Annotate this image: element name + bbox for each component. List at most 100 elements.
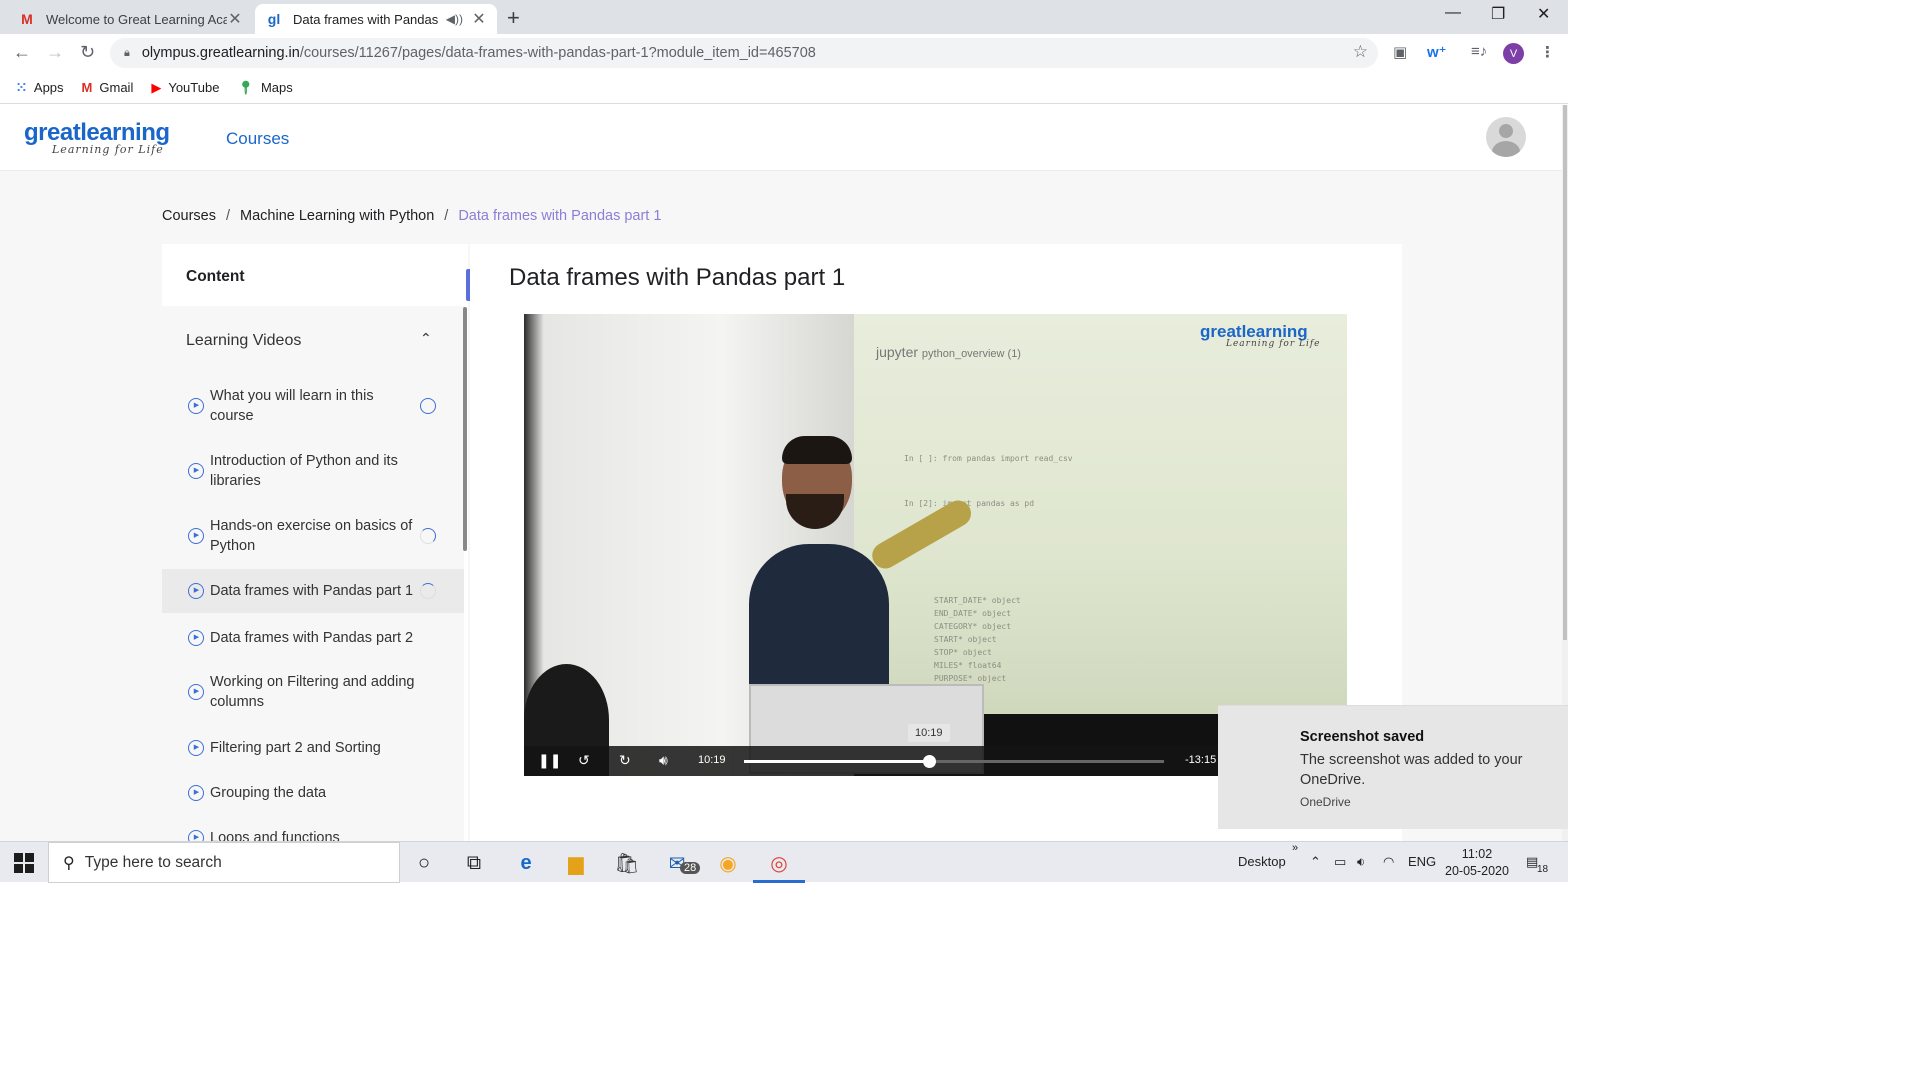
bookmark-maps[interactable]: 📍︎ Maps: [237, 80, 292, 96]
breadcrumb-courses[interactable]: Courses: [162, 208, 216, 224]
browser-tab-gmail[interactable]: M Welcome to Great Learning Acad ✕: [8, 4, 253, 34]
sidebar-item-intro-python[interactable]: ▶ Introduction of Python and its librari…: [162, 441, 464, 501]
taskbar-search-input[interactable]: ⚲ Type here to search: [48, 842, 400, 883]
sidebar-item-hands-on[interactable]: ▶ Hands-on exercise on basics of Python: [162, 506, 464, 566]
chevron-up-icon[interactable]: ⌃: [1310, 854, 1321, 870]
bookmark-gmail[interactable]: M Gmail: [82, 80, 134, 95]
play-circle-icon: ▶: [188, 740, 204, 756]
sidebar-heading: Content: [186, 268, 245, 285]
cortana-icon[interactable]: ○: [411, 850, 437, 876]
content-sidebar: Content Learning Videos ⌃ ▶ What you wil…: [162, 244, 468, 841]
browser-tab-active[interactable]: gl Data frames with Pandas par ◀)) ✕: [255, 4, 497, 34]
app-icon[interactable]: ◉: [715, 850, 741, 876]
bookmark-apps[interactable]: ⁙ Apps: [16, 80, 64, 96]
new-tab-button[interactable]: +: [507, 5, 520, 31]
rewind-icon[interactable]: ↺: [578, 752, 590, 769]
battery-icon[interactable]: ▭: [1334, 854, 1346, 870]
close-tab-icon[interactable]: ✕: [227, 9, 243, 29]
sidebar-item-filtering[interactable]: ▶ Working on Filtering and adding column…: [162, 662, 464, 722]
sidebar-item-pandas-part-1[interactable]: ▶ Data frames with Pandas part 1: [162, 569, 464, 613]
play-circle-icon: ▶: [188, 398, 204, 414]
user-avatar[interactable]: [1486, 117, 1526, 157]
youtube-icon: ▶: [151, 79, 162, 95]
sidebar-item-loops[interactable]: ▶ Loops and functions: [162, 818, 464, 841]
site-header: greatlearning Learning for Life Courses: [0, 105, 1562, 171]
progress-empty-icon: [420, 398, 436, 414]
breadcrumb-separator: /: [226, 208, 231, 224]
nav-courses-link[interactable]: Courses: [226, 129, 289, 149]
windows-taskbar: ⚲ Type here to search ○ ⧉ e ▆ 🛍︎ ✉ 28 ◉ …: [0, 841, 1568, 883]
clock[interactable]: 11:02 20-05-2020: [1445, 846, 1509, 880]
minimize-icon[interactable]: —: [1445, 4, 1461, 22]
tab-title: Data frames with Pandas par: [293, 11, 442, 27]
bookmark-star-icon[interactable]: ☆: [1353, 42, 1368, 62]
seek-handle[interactable]: [922, 755, 936, 768]
sidebar-item-label: Working on Filtering and adding columns: [210, 674, 415, 710]
browser-toolbar: ← → ↻ 🔒︎ olympus.greatlearning.in/course…: [0, 34, 1568, 72]
sidebar-item-grouping[interactable]: ▶ Grouping the data: [162, 771, 464, 815]
play-circle-icon: ▶: [188, 630, 204, 646]
forward-icon[interactable]: ↻: [619, 752, 631, 769]
apps-grid-icon: ⁙: [16, 79, 27, 95]
bookmark-youtube[interactable]: ▶ YouTube: [151, 80, 219, 96]
volume-icon[interactable]: 🔉︎: [1357, 854, 1365, 870]
sidebar-item-pandas-part-2[interactable]: ▶ Data frames with Pandas part 2: [162, 616, 464, 660]
restore-icon[interactable]: ❐: [1491, 4, 1505, 24]
page-scrollbar-thumb[interactable]: [1563, 105, 1567, 640]
reload-icon[interactable]: ↻: [80, 42, 95, 63]
address-bar[interactable]: 🔒︎ olympus.greatlearning.in/courses/1126…: [110, 38, 1378, 68]
sidebar-item-what-you-will-learn[interactable]: ▶ What you will learn in this course: [162, 376, 464, 436]
chrome-icon[interactable]: ◎: [766, 850, 792, 876]
toast-body: The screenshot was added to your OneDriv…: [1300, 752, 1523, 788]
sidebar-item-label: Data frames with Pandas part 2: [210, 630, 414, 646]
extension-w-icon[interactable]: w⁺: [1427, 43, 1447, 61]
media-control-icon[interactable]: ≡♪: [1471, 43, 1487, 60]
seek-bar[interactable]: [744, 755, 1164, 768]
breadcrumb: Courses / Machine Learning with Python /…: [162, 208, 661, 224]
play-circle-icon: ▶: [188, 583, 204, 599]
volume-icon[interactable]: 🔊︎: [659, 752, 668, 769]
edge-icon[interactable]: e: [513, 850, 539, 876]
close-tab-icon[interactable]: ✕: [471, 9, 487, 29]
page-title: Data frames with Pandas part 1: [509, 264, 846, 291]
store-icon[interactable]: 🛍︎: [614, 850, 640, 876]
sidebar-item-label: Filtering part 2 and Sorting: [210, 740, 381, 756]
desktop-toolbar[interactable]: Desktop: [1238, 854, 1286, 869]
menu-kebab-icon[interactable]: ⋮: [1540, 43, 1555, 61]
sidebar-item-filtering-2[interactable]: ▶ Filtering part 2 and Sorting: [162, 726, 464, 770]
play-circle-icon: ▶: [188, 463, 204, 479]
bookmark-label: Maps: [260, 80, 293, 95]
file-explorer-icon[interactable]: ▆: [563, 850, 589, 876]
screenshot-toast[interactable]: Screenshot saved The screenshot was adde…: [1218, 705, 1568, 829]
video-projector-screen: [854, 314, 1347, 714]
search-placeholder: Type here to search: [84, 853, 222, 871]
forward-icon[interactable]: →: [46, 42, 64, 63]
windows-start-icon[interactable]: [14, 853, 34, 873]
speaker-icon[interactable]: ◀)): [446, 12, 463, 26]
section-title[interactable]: Learning Videos: [186, 332, 301, 350]
breadcrumb-course[interactable]: Machine Learning with Python: [240, 208, 434, 224]
back-icon[interactable]: ←: [13, 42, 31, 63]
bookmarks-bar: ⁙ Apps M Gmail ▶ YouTube 📍︎ Maps: [0, 72, 1568, 104]
breadcrumb-current: Data frames with Pandas part 1: [458, 208, 662, 224]
video-watermark: greatlearning Learning for Life: [1200, 322, 1321, 349]
pause-icon[interactable]: ❚❚: [538, 752, 561, 769]
close-window-icon[interactable]: ✕: [1537, 4, 1550, 24]
wifi-icon[interactable]: ◠: [1383, 854, 1394, 870]
language-indicator[interactable]: ENG: [1408, 854, 1436, 869]
play-circle-icon: ▶: [188, 684, 204, 700]
chevron-right-icon[interactable]: »: [1292, 842, 1298, 854]
url-path: /courses/11267/pages/data-frames-with-pa…: [299, 45, 816, 61]
extension-icon[interactable]: ▣: [1393, 43, 1407, 61]
sidebar-item-label: Data frames with Pandas part 1: [210, 583, 414, 599]
site-logo[interactable]: greatlearning Learning for Life: [24, 119, 170, 156]
chevron-up-icon[interactable]: ⌃: [420, 330, 432, 347]
profile-avatar[interactable]: V: [1503, 43, 1524, 64]
task-view-icon[interactable]: ⧉: [461, 850, 487, 876]
play-circle-icon: ▶: [188, 785, 204, 801]
sidebar-item-label: Hands-on exercise on basics of Python: [210, 518, 413, 554]
greatlearning-favicon-icon: gl: [267, 11, 281, 27]
play-circle-icon: ▶: [188, 528, 204, 544]
learning-videos-section: Learning Videos ⌃ ▶ What you will learn …: [162, 306, 467, 841]
search-icon: ⚲: [63, 854, 75, 872]
